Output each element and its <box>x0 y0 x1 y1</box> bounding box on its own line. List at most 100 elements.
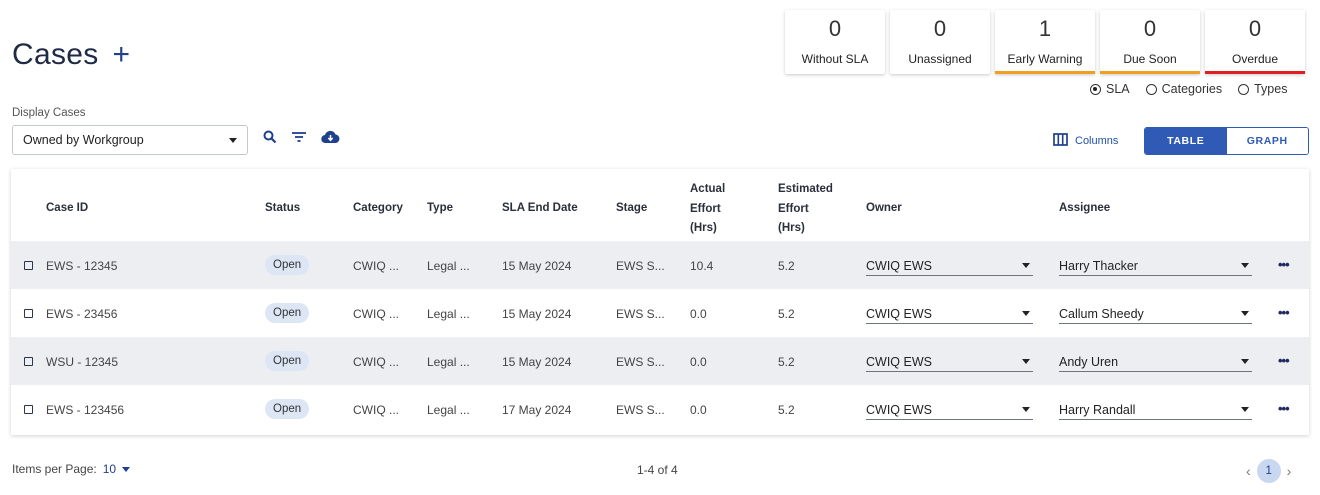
page-title: Cases <box>12 38 99 71</box>
stat-card-early-warning[interactable]: 1 Early Warning <box>995 10 1095 74</box>
column-header-assignee[interactable]: Assignee <box>1059 199 1110 219</box>
items-per-page-label: Items per Page: <box>12 462 97 476</box>
add-case-button[interactable]: + <box>113 40 131 70</box>
owner-dropdown[interactable]: CWIQ EWS <box>866 304 1033 324</box>
assignee-value: Andy Uren <box>1059 354 1119 369</box>
caret-down-icon <box>1022 311 1030 316</box>
column-header-owner[interactable]: Owner <box>866 199 902 219</box>
assignee-value: Callum Sheedy <box>1059 306 1144 321</box>
stat-card-unassigned[interactable]: 0 Unassigned <box>890 10 990 74</box>
stat-count: 0 <box>1248 16 1262 41</box>
toolbar-icons <box>263 130 340 144</box>
stage-cell: EWS S... <box>616 259 665 273</box>
cases-table: Case ID Status Category Type SLA End Dat… <box>11 169 1309 435</box>
caret-down-icon <box>1241 359 1249 364</box>
items-per-page: Items per Page: 10 <box>12 462 131 476</box>
cloud-download-icon[interactable] <box>321 130 340 144</box>
pager: ‹ 1 › <box>1246 459 1291 483</box>
owner-dropdown[interactable]: CWIQ EWS <box>866 256 1033 276</box>
caret-down-icon <box>1241 263 1249 268</box>
status-badge: Open <box>265 303 310 323</box>
case-id[interactable]: EWS - 123456 <box>46 403 124 417</box>
column-header-case-id[interactable]: Case ID <box>46 199 88 219</box>
row-checkbox[interactable] <box>24 405 33 414</box>
stat-count: 1 <box>1038 16 1052 41</box>
category-cell: CWIQ ... <box>353 355 399 369</box>
more-options-icon[interactable]: ••• <box>1278 353 1290 368</box>
stat-label: Without SLA <box>801 52 869 66</box>
sla-end-date-cell: 17 May 2024 <box>502 403 572 417</box>
stat-card-overdue[interactable]: 0 Overdue <box>1205 10 1305 74</box>
page-button-current[interactable]: 1 <box>1256 459 1281 483</box>
caret-down-icon <box>229 137 237 143</box>
actual-effort-cell: 0.0 <box>690 307 707 321</box>
assignee-dropdown[interactable]: Andy Uren <box>1059 352 1252 372</box>
table-row[interactable]: EWS - 23456 Open CWIQ ... Legal ... 15 M… <box>11 289 1309 337</box>
columns-label: Columns <box>1075 135 1119 147</box>
radio-unchecked-icon <box>1238 83 1250 95</box>
row-checkbox[interactable] <box>24 261 33 270</box>
stat-count: 0 <box>1143 16 1157 41</box>
category-cell: CWIQ ... <box>353 403 399 417</box>
table-view-button[interactable]: TABLE <box>1145 128 1227 154</box>
table-row[interactable]: EWS - 123456 Open CWIQ ... Legal ... 17 … <box>11 385 1309 433</box>
category-cell: CWIQ ... <box>353 259 399 273</box>
sla-end-date-cell: 15 May 2024 <box>502 355 572 369</box>
table-row[interactable]: WSU - 12345 Open CWIQ ... Legal ... 15 M… <box>11 337 1309 385</box>
assignee-dropdown[interactable]: Harry Thacker <box>1059 256 1252 276</box>
graph-view-button[interactable]: GRAPH <box>1226 128 1308 154</box>
display-cases-select[interactable]: Owned by Workgroup <box>12 125 248 155</box>
header-line: (Hrs) <box>690 222 717 234</box>
assignee-dropdown[interactable]: Callum Sheedy <box>1059 304 1252 324</box>
display-cases-label: Display Cases <box>12 107 86 119</box>
stage-cell: EWS S... <box>616 307 665 321</box>
items-per-page-value: 10 <box>102 462 117 476</box>
stat-card-due-soon[interactable]: 0 Due Soon <box>1100 10 1200 74</box>
category-cell: CWIQ ... <box>353 307 399 321</box>
column-header-stage[interactable]: Stage <box>616 199 647 219</box>
assignee-dropdown[interactable]: Harry Randall <box>1059 400 1252 420</box>
caret-down-icon <box>122 466 131 472</box>
stat-label: Early Warning <box>1007 52 1083 66</box>
column-header-type[interactable]: Type <box>427 199 453 219</box>
more-options-icon[interactable]: ••• <box>1278 401 1290 416</box>
columns-button[interactable]: Columns <box>1053 133 1118 149</box>
status-badge: Open <box>265 351 310 371</box>
radio-types[interactable]: Types <box>1238 82 1287 96</box>
column-header-actual-effort[interactable]: Actual Effort (Hrs) <box>690 180 725 239</box>
chevron-right-icon[interactable]: › <box>1287 463 1292 479</box>
estimated-effort-cell: 5.2 <box>778 307 795 321</box>
chevron-left-icon[interactable]: ‹ <box>1246 463 1251 479</box>
stage-cell: EWS S... <box>616 355 665 369</box>
case-id[interactable]: EWS - 23456 <box>46 307 117 321</box>
table-row[interactable]: EWS - 12345 Open CWIQ ... Legal ... 15 M… <box>11 241 1309 289</box>
case-id[interactable]: EWS - 12345 <box>46 259 117 273</box>
radio-categories[interactable]: Categories <box>1145 82 1222 96</box>
case-id[interactable]: WSU - 12345 <box>46 355 118 369</box>
estimated-effort-cell: 5.2 <box>778 355 795 369</box>
column-header-estimated-effort[interactable]: Estimated Effort (Hrs) <box>778 180 833 239</box>
column-header-status[interactable]: Status <box>265 199 300 219</box>
type-cell: Legal ... <box>427 307 470 321</box>
row-checkbox[interactable] <box>24 357 33 366</box>
filter-icon[interactable] <box>291 130 307 144</box>
actual-effort-cell: 10.4 <box>690 259 714 273</box>
column-header-category[interactable]: Category <box>353 199 403 219</box>
owner-dropdown[interactable]: CWIQ EWS <box>866 352 1033 372</box>
row-checkbox[interactable] <box>24 309 33 318</box>
items-per-page-select[interactable]: 10 <box>102 462 131 476</box>
owner-dropdown[interactable]: CWIQ EWS <box>866 400 1033 420</box>
stat-label: Unassigned <box>908 52 972 66</box>
more-options-icon[interactable]: ••• <box>1278 305 1290 320</box>
stat-card-without-sla[interactable]: 0 Without SLA <box>785 10 885 74</box>
search-icon[interactable] <box>263 130 277 144</box>
columns-icon <box>1053 133 1068 149</box>
radio-sla[interactable]: SLA <box>1090 82 1130 96</box>
status-bar <box>1100 71 1200 74</box>
stat-label: Due Soon <box>1123 52 1177 66</box>
caret-down-icon <box>1241 311 1249 316</box>
more-options-icon[interactable]: ••• <box>1278 257 1290 272</box>
stage-cell: EWS S... <box>616 403 665 417</box>
radio-checked-icon <box>1090 83 1101 95</box>
column-header-sla-end-date[interactable]: SLA End Date <box>502 199 578 219</box>
